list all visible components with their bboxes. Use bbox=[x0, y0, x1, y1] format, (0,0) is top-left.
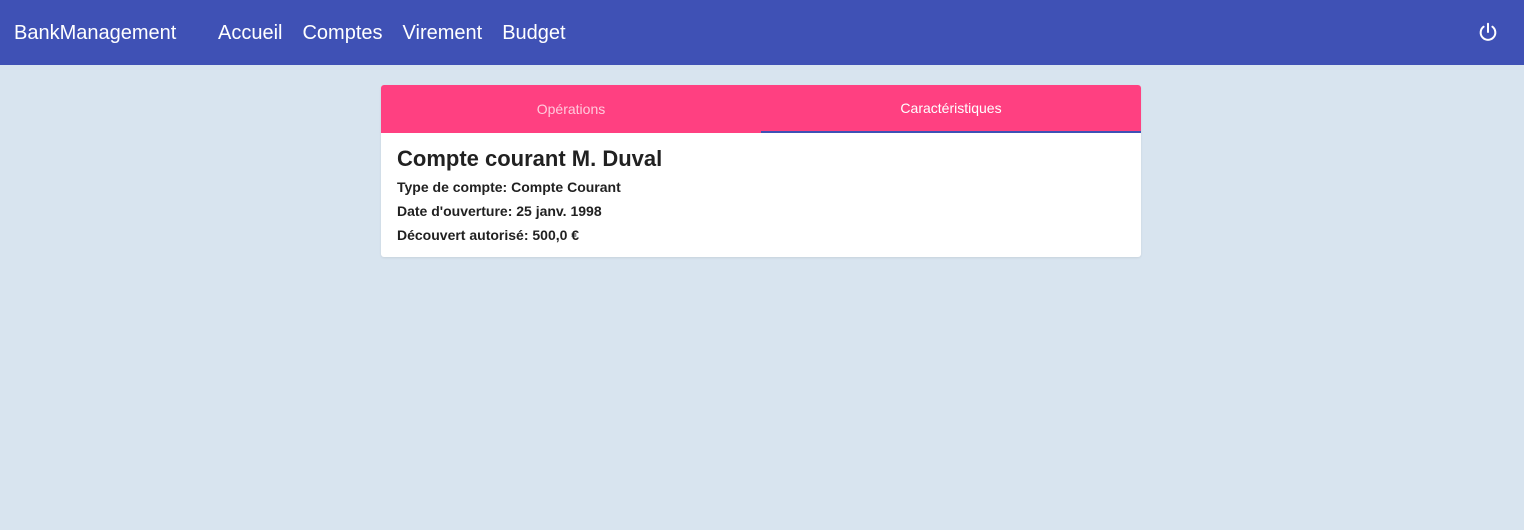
account-opening-date: Date d'ouverture: 25 janv. 1998 bbox=[397, 203, 602, 219]
nav-accueil[interactable]: Accueil bbox=[208, 20, 292, 46]
main-nav: Accueil Comptes Virement Budget bbox=[208, 20, 576, 46]
nav-comptes[interactable]: Comptes bbox=[292, 20, 392, 46]
tab-caracteristiques[interactable]: Caractéristiques bbox=[761, 85, 1141, 133]
app-brand[interactable]: BankManagement bbox=[14, 20, 176, 46]
tab-operations[interactable]: Opérations bbox=[381, 85, 761, 133]
nav-budget[interactable]: Budget bbox=[492, 20, 575, 46]
account-type: Type de compte: Compte Courant bbox=[397, 179, 621, 195]
power-icon bbox=[1479, 22, 1497, 41]
logout-button[interactable] bbox=[1474, 18, 1502, 46]
account-details: Compte courant M. Duval Type de compte: … bbox=[381, 133, 1141, 247]
nav-virement[interactable]: Virement bbox=[393, 20, 493, 46]
top-toolbar: BankManagement Accueil Comptes Virement … bbox=[0, 0, 1524, 65]
tab-bar: Opérations Caractéristiques bbox=[381, 85, 1141, 133]
account-overdraft: Découvert autorisé: 500,0 € bbox=[397, 227, 580, 243]
account-card: Opérations Caractéristiques Compte coura… bbox=[381, 85, 1141, 257]
account-title: Compte courant M. Duval bbox=[397, 146, 663, 171]
